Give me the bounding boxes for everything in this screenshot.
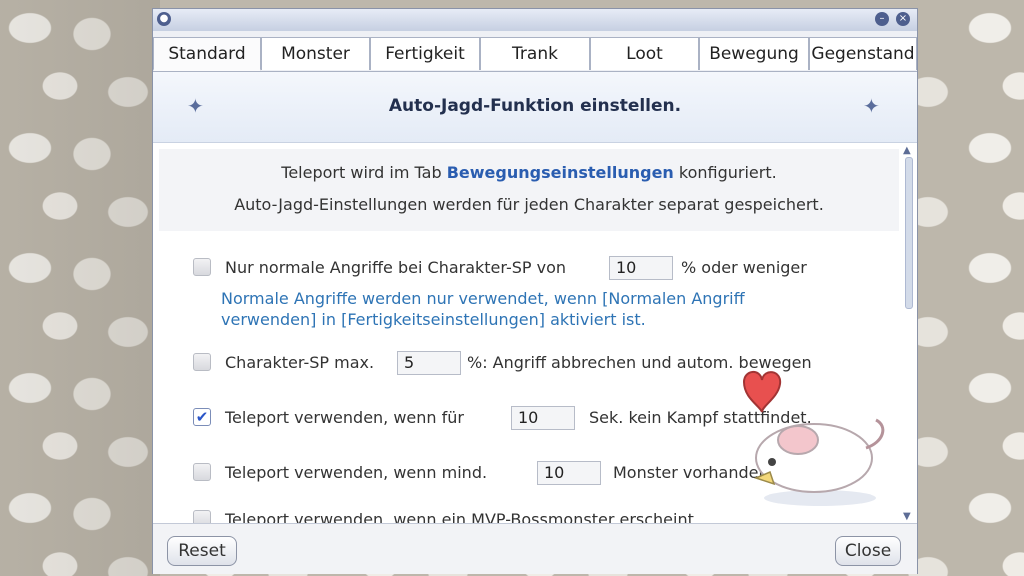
tab-fertigkeit[interactable]: Fertigkeit [370,37,480,70]
checkbox[interactable] [193,258,211,276]
scroll-up-icon[interactable]: ▲ [903,145,911,156]
sp-max-input[interactable]: 5 [397,351,461,375]
tab-trank[interactable]: Trank [480,37,590,70]
option-note: verwenden] in [Fertigkeitseinstellungen]… [221,310,646,329]
option-label: Charakter-SP max. [225,353,375,372]
checkbox-checked[interactable]: ✔ [193,408,211,426]
background-shade [0,0,160,576]
checkbox[interactable] [193,510,211,523]
movement-settings-link[interactable]: Bewegungseinstellungen [447,163,674,182]
tab-loot[interactable]: Loot [590,37,699,70]
tab-monster[interactable]: Monster [261,37,370,70]
reset-button[interactable]: Reset [167,536,237,566]
info-line-2: Auto-Jagd-Einstellungen werden für jeden… [234,195,824,214]
option-label: Teleport verwenden, wenn ein MVP-Bossmon… [225,510,699,523]
option-note: Normale Angriffe werden nur verwendet, w… [221,289,745,308]
option-suffix: % oder weniger [681,258,807,277]
option-label: Teleport verwenden, wenn für [225,408,464,427]
info-text: Teleport wird im Tab [281,163,447,182]
title-bar[interactable]: ● – × [153,9,917,32]
option-row: Nur normale Angriffe bei Charakter-SP vo… [193,255,893,283]
info-text: konfiguriert. [673,163,777,182]
checkbox[interactable] [193,353,211,371]
monster-count-input[interactable]: 10 [537,461,601,485]
info-line-1: Teleport wird im Tab Bewegungseinstellun… [159,163,899,182]
close-button[interactable]: Close [835,536,901,566]
info-box: Teleport wird im Tab Bewegungseinstellun… [159,149,899,231]
scrollbar-thumb[interactable] [905,157,913,309]
tab-gegenstand[interactable]: Gegenstand [809,37,917,70]
minimize-icon[interactable]: – [875,12,889,26]
tab-standard[interactable]: Standard [153,37,261,71]
tab-bar: Standard Monster Fertigkeit Trank Loot B… [153,31,917,72]
tab-bewegung[interactable]: Bewegung [699,37,809,70]
page-title: Auto-Jagd-Funktion einstellen. [388,96,682,116]
option-label: Nur normale Angriffe bei Charakter-SP vo… [225,258,567,277]
close-icon[interactable]: × [896,12,910,26]
sp-percent-input[interactable]: 10 [609,256,673,280]
checkbox[interactable] [193,463,211,481]
scroll-down-icon[interactable]: ▼ [903,511,911,522]
footer-bar: Reset Close [153,523,917,574]
poring-mascot [742,371,885,506]
no-combat-seconds-input[interactable]: 10 [511,406,575,430]
option-label: Teleport verwenden, wenn mind. [225,463,488,482]
circle-icon[interactable]: ● [157,12,171,26]
header-banner: ✦ Auto-Jagd-Funktion einstellen. ✦ [153,72,917,143]
sparkle-icon: ✦ [863,94,880,118]
